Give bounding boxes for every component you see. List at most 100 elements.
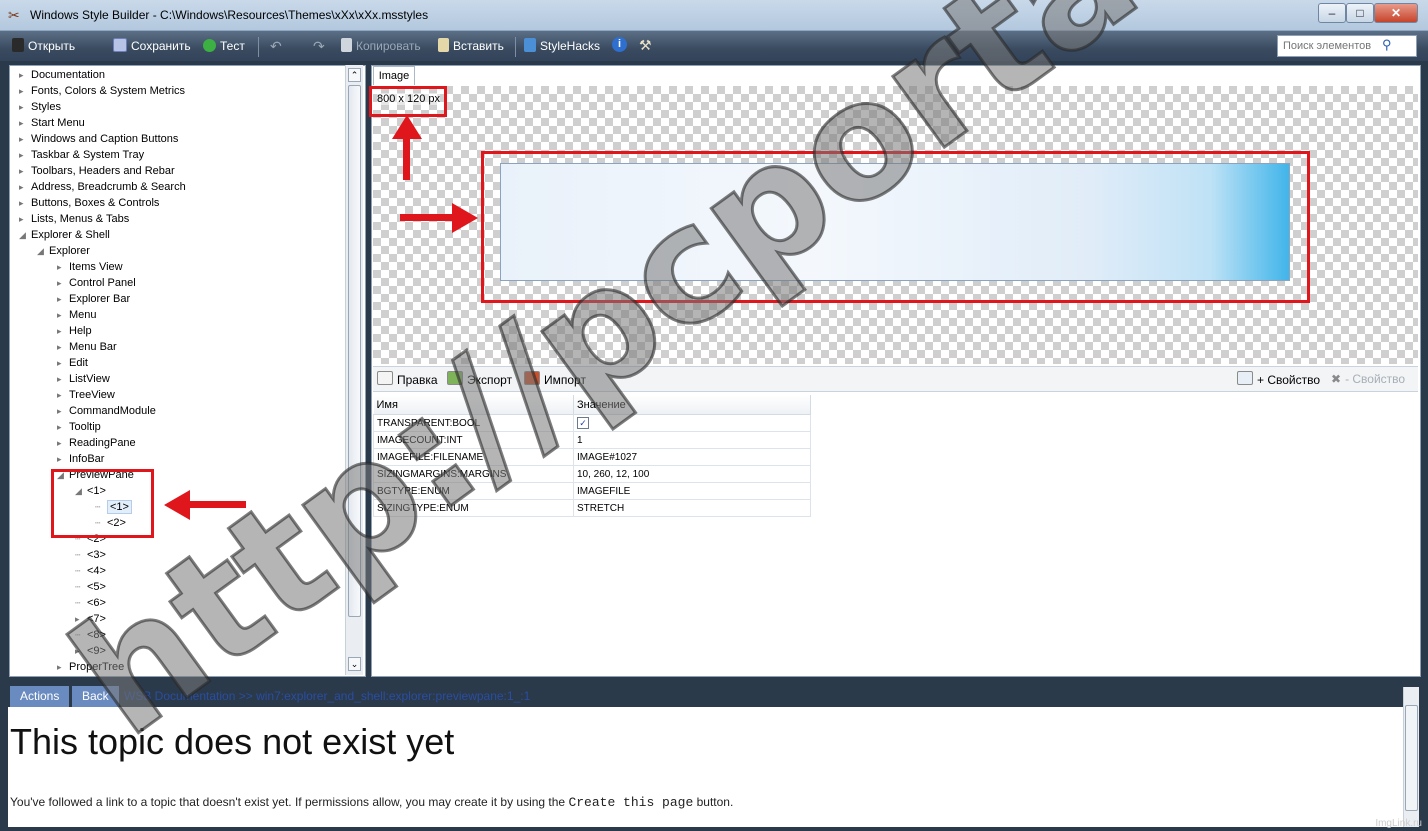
tree-node[interactable]: ▸ Items View: [19, 259, 344, 275]
export-button[interactable]: Экспорт: [447, 371, 512, 387]
expand-icon[interactable]: ▸: [57, 259, 69, 275]
tree-node[interactable]: ▸ Toolbars, Headers and Rebar: [19, 163, 344, 179]
expand-icon[interactable]: ▸: [57, 307, 69, 323]
property-row[interactable]: IMAGEFILE:FILENAME IMAGE#1027: [373, 448, 811, 466]
expand-icon[interactable]: ▸: [19, 115, 31, 131]
maximize-button[interactable]: □: [1346, 3, 1374, 23]
transparent-checkbox[interactable]: ✓: [577, 417, 589, 429]
expand-icon[interactable]: ▸: [57, 435, 69, 451]
tree-node[interactable]: ┄ <5>: [19, 579, 344, 595]
tree-line-icon[interactable]: ┄: [75, 563, 87, 579]
save-button[interactable]: Сохранить: [113, 37, 191, 55]
expand-icon[interactable]: ▸: [57, 371, 69, 387]
expand-icon[interactable]: ▸: [57, 323, 69, 339]
expand-icon[interactable]: ▸: [57, 355, 69, 371]
tree-node[interactable]: ▸ CommandModule: [19, 403, 344, 419]
expand-icon[interactable]: ▸: [57, 275, 69, 291]
column-value[interactable]: Значение: [573, 395, 811, 415]
tree-node[interactable]: ▸ Menu Bar: [19, 339, 344, 355]
tree-node[interactable]: ▸ InfoBar: [19, 451, 344, 467]
tree-node[interactable]: ▸ Lists, Menus & Tabs: [19, 211, 344, 227]
add-property-button[interactable]: + Свойство: [1237, 371, 1320, 387]
expand-icon[interactable]: ▸: [19, 211, 31, 227]
tree-node[interactable]: ┄ <4>: [19, 563, 344, 579]
column-name[interactable]: Имя: [373, 395, 574, 415]
property-value[interactable]: STRETCH: [573, 499, 811, 517]
search-icon[interactable]: ⚲: [1382, 37, 1392, 53]
tree-node[interactable]: ▸ Start Menu: [19, 115, 344, 131]
expand-icon[interactable]: ▸: [19, 99, 31, 115]
tree-line-icon[interactable]: ┄: [75, 579, 87, 595]
tree-node[interactable]: ▸ Buttons, Boxes & Controls: [19, 195, 344, 211]
expand-icon[interactable]: ▸: [19, 179, 31, 195]
breadcrumb-path-link[interactable]: win7:explorer_and_shell:explorer:preview…: [256, 689, 530, 703]
tree-node[interactable]: ◢ Explorer & Shell: [19, 227, 344, 243]
copy-button[interactable]: Копировать: [341, 37, 421, 55]
tree-node[interactable]: ▸ Styles: [19, 99, 344, 115]
tree-node[interactable]: ┄ <6>: [19, 595, 344, 611]
tree-node[interactable]: ▸ Windows and Caption Buttons: [19, 131, 344, 147]
search-dropdown-icon[interactable]: ▾: [1404, 39, 1409, 50]
property-row[interactable]: SIZINGTYPE:ENUM STRETCH: [373, 499, 811, 517]
undo-icon[interactable]: ↶: [270, 37, 282, 55]
tree-node[interactable]: ▸ ProperTree: [19, 659, 344, 675]
tree-line-icon[interactable]: ┄: [75, 595, 87, 611]
expand-icon[interactable]: ▸: [57, 291, 69, 307]
tree-node[interactable]: ▸ <9>: [19, 643, 344, 659]
tree-node[interactable]: ▸ Taskbar & System Tray: [19, 147, 344, 163]
info-icon[interactable]: i: [612, 37, 627, 52]
tree-node[interactable]: ▸ Tooltip: [19, 419, 344, 435]
tree-node[interactable]: ▸ Menu: [19, 307, 344, 323]
collapse-icon[interactable]: ◢: [19, 227, 31, 243]
tools-icon[interactable]: ⚒: [639, 36, 652, 54]
search-input[interactable]: [1281, 38, 1385, 54]
tree-node[interactable]: ▸ Documentation: [19, 67, 344, 83]
test-button[interactable]: Тест: [203, 37, 245, 55]
tree-node[interactable]: ▸ Control Panel: [19, 275, 344, 291]
tab-image[interactable]: Image: [373, 66, 415, 85]
tree-node[interactable]: ▸ ListView: [19, 371, 344, 387]
property-row[interactable]: IMAGECOUNT:INT 1: [373, 431, 811, 449]
tree-line-icon[interactable]: ┄: [75, 627, 87, 643]
minimize-button[interactable]: –: [1318, 3, 1346, 23]
open-button[interactable]: Открыть: [12, 37, 75, 55]
expand-icon[interactable]: ▸: [57, 339, 69, 355]
doc-scrollbar[interactable]: [1403, 687, 1419, 827]
property-row[interactable]: TRANSPARENT:BOOL ✓: [373, 414, 811, 432]
property-row[interactable]: BGTYPE:ENUM IMAGEFILE: [373, 482, 811, 500]
property-value[interactable]: 10, 260, 12, 100: [573, 465, 811, 483]
close-button[interactable]: ✕: [1374, 3, 1418, 23]
stylehacks-button[interactable]: StyleHacks: [524, 37, 600, 55]
tree-node[interactable]: ▸ Help: [19, 323, 344, 339]
paste-button[interactable]: Вставить: [438, 37, 504, 55]
scroll-thumb[interactable]: [348, 85, 361, 617]
tree-node[interactable]: ▸ Edit: [19, 355, 344, 371]
breadcrumb-root-link[interactable]: WSB Documentation: [124, 689, 235, 703]
expand-icon[interactable]: ▸: [57, 387, 69, 403]
expand-icon[interactable]: ▸: [19, 195, 31, 211]
property-value[interactable]: ✓: [573, 414, 811, 432]
tree-node[interactable]: ▸ <7>: [19, 611, 344, 627]
expand-icon[interactable]: ▸: [19, 67, 31, 83]
expand-icon[interactable]: ▸: [75, 611, 87, 627]
expand-icon[interactable]: ▸: [57, 659, 69, 675]
tree-node[interactable]: ▸ Explorer Bar: [19, 291, 344, 307]
tree-node[interactable]: ▸ TreeView: [19, 387, 344, 403]
back-button[interactable]: Back: [72, 686, 119, 707]
tree-scrollbar[interactable]: ⌃ ⌄: [345, 65, 363, 675]
doc-scroll-thumb[interactable]: [1405, 705, 1418, 811]
tree-line-icon[interactable]: ┄: [75, 547, 87, 563]
expand-icon[interactable]: ▸: [75, 643, 87, 659]
tree-node[interactable]: ◢ Explorer: [19, 243, 344, 259]
expand-icon[interactable]: ▸: [19, 163, 31, 179]
import-button[interactable]: Импорт: [524, 371, 586, 387]
expand-icon[interactable]: ▸: [57, 403, 69, 419]
tree-node[interactable]: ┄ <8>: [19, 627, 344, 643]
tree-node[interactable]: ▸ ReadingPane: [19, 435, 344, 451]
search-field[interactable]: ⚲: [1277, 35, 1417, 57]
expand-icon[interactable]: ▸: [19, 83, 31, 99]
actions-button[interactable]: Actions: [10, 686, 70, 707]
property-value[interactable]: 1: [573, 431, 811, 449]
property-value[interactable]: IMAGE#1027: [573, 448, 811, 466]
collapse-icon[interactable]: ◢: [37, 243, 49, 259]
